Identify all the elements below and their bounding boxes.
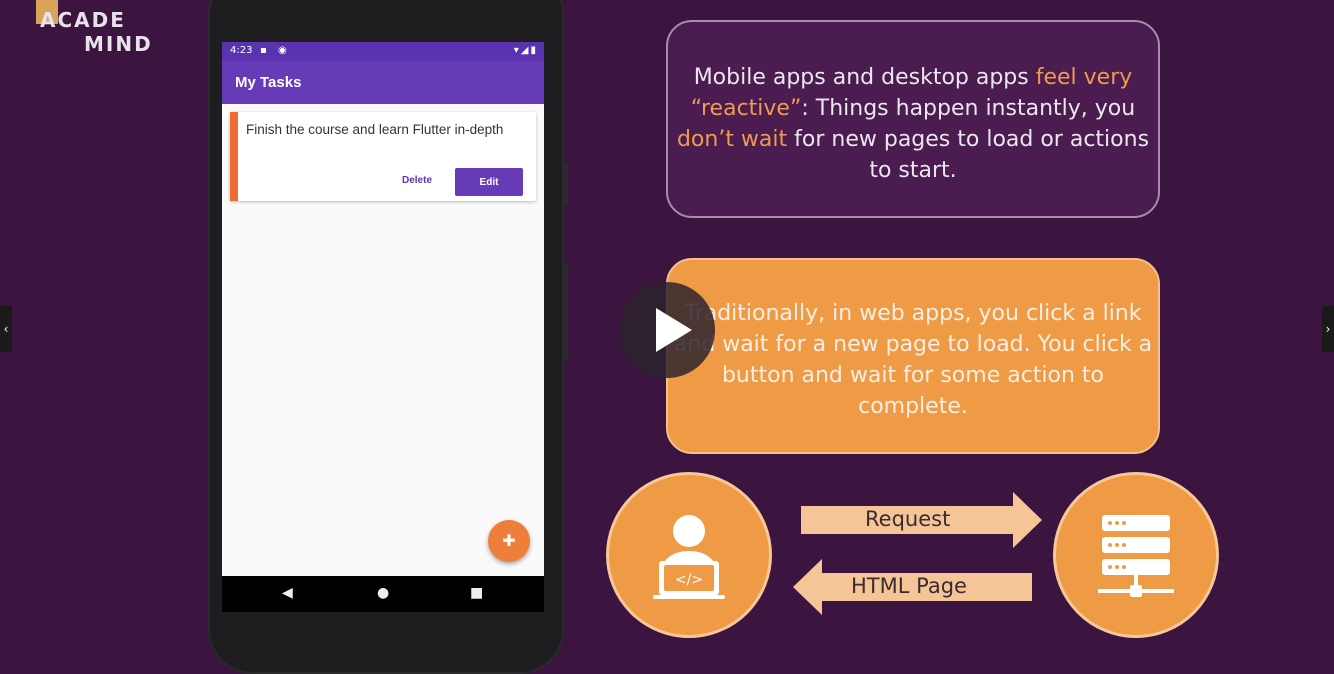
app-bar: My Tasks bbox=[222, 61, 544, 104]
client-circle: </> bbox=[606, 472, 772, 638]
edit-button[interactable]: Edit bbox=[455, 168, 523, 196]
task-text: Finish the course and learn Flutter in-d… bbox=[246, 122, 504, 137]
next-slide-icon[interactable]: › bbox=[1322, 306, 1334, 352]
status-bar: 4:23 ▪ ◉ ▾◢▮ bbox=[222, 42, 544, 61]
prev-slide-icon[interactable]: ‹ bbox=[0, 306, 12, 352]
logo-line-2: MIND bbox=[84, 32, 153, 56]
notification-icons: ▪ ◉ bbox=[260, 45, 291, 56]
android-nav-bar: ◀ ● ■ bbox=[222, 576, 544, 612]
back-icon[interactable]: ◀ bbox=[282, 585, 293, 601]
signal-battery-icons: ▾◢▮ bbox=[513, 45, 538, 56]
task-card[interactable]: Finish the course and learn Flutter in-d… bbox=[230, 112, 536, 201]
status-time: 4:23 bbox=[230, 45, 253, 56]
home-icon[interactable]: ● bbox=[377, 585, 389, 601]
phone-volume-button bbox=[564, 262, 568, 362]
add-task-button[interactable]: ✚ bbox=[488, 520, 530, 562]
request-label: Request bbox=[865, 507, 951, 531]
logo-line-1: ACADE bbox=[40, 8, 126, 32]
box2-text: Traditionally, in web apps, you click a … bbox=[673, 301, 1153, 419]
developer-icon: </> bbox=[653, 515, 725, 599]
response-label: HTML Page bbox=[851, 574, 967, 598]
task-accent-bar bbox=[230, 112, 238, 201]
add-icon: ✚ bbox=[502, 531, 516, 550]
recents-icon[interactable]: ■ bbox=[470, 585, 483, 601]
app-title: My Tasks bbox=[235, 74, 302, 91]
web-apps-box: Traditionally, in web apps, you click a … bbox=[666, 258, 1160, 454]
server-circle bbox=[1053, 472, 1219, 638]
box1-text-3: for new pages to load or actions to star… bbox=[787, 127, 1150, 183]
box1-text-2: : Things happen instantly, you bbox=[801, 96, 1136, 121]
reactive-apps-box: Mobile apps and desktop apps feel very “… bbox=[666, 20, 1160, 218]
phone-side-button bbox=[564, 162, 568, 206]
server-icon bbox=[1098, 515, 1174, 597]
phone-screen: 4:23 ▪ ◉ ▾◢▮ My Tasks Finish the course … bbox=[222, 42, 544, 612]
delete-button[interactable]: Delete bbox=[402, 175, 432, 186]
academind-logo: ACADE MIND bbox=[36, 0, 166, 60]
svg-text:</>: </> bbox=[675, 572, 703, 588]
play-button[interactable] bbox=[619, 282, 715, 378]
box1-text-1: Mobile apps and desktop apps bbox=[693, 65, 1036, 90]
box1-highlight-2: don’t wait bbox=[676, 127, 788, 152]
